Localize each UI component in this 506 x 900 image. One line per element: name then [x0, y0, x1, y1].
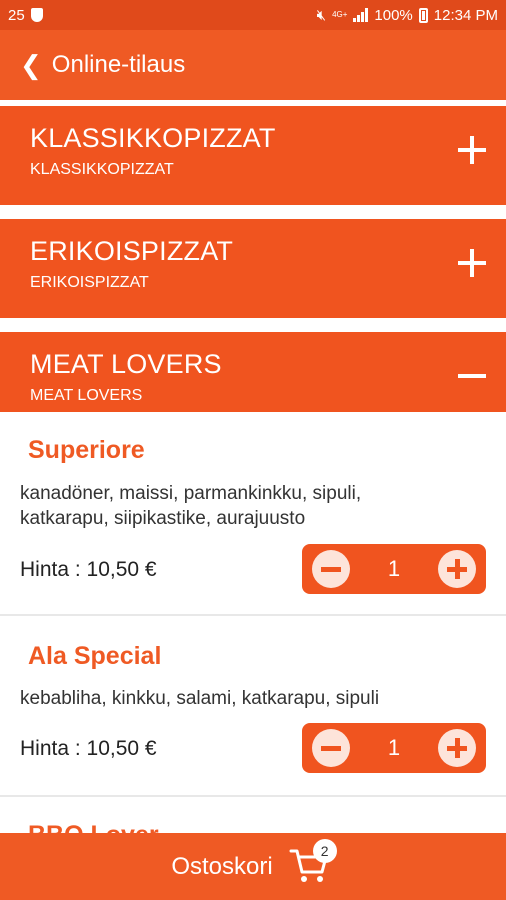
category-title: MEAT LOVERS: [30, 349, 222, 379]
chevron-left-icon[interactable]: ❮: [20, 50, 42, 81]
product-item: Ala Special kebabliha, kinkku, salami, k…: [0, 616, 506, 794]
product-name: Superiore: [28, 436, 145, 464]
quantity-value: 1: [387, 735, 401, 760]
app-bar-title: Online-tilaus: [51, 51, 186, 78]
plus-circle-icon[interactable]: [438, 729, 476, 767]
cart-label: Ostoskori: [171, 852, 273, 880]
network-type: 4G+: [332, 10, 348, 19]
category-title: ERIKOISPIZZAT: [30, 236, 234, 266]
plus-icon[interactable]: [456, 134, 488, 166]
screen: 25 🔇︎ 4G+ 100% 12:34 PM ❮ Online-tilaus …: [0, 0, 506, 900]
plus-circle-icon[interactable]: [438, 550, 476, 588]
mute-icon: 🔇︎: [316, 6, 327, 24]
quantity-stepper: 1: [302, 544, 486, 594]
quantity-stepper: 1: [302, 723, 486, 773]
product-item: Superiore kanadöner, maissi, parmankinkk…: [0, 412, 506, 614]
category-title: KLASSIKKOPIZZAT: [30, 123, 276, 153]
product-description: kanadöner, maissi, parmankinkku, sipuli,…: [20, 483, 362, 529]
category-meat-lovers[interactable]: MEAT LOVERS MEAT LOVERS: [0, 332, 506, 412]
category-erikoispizzat[interactable]: ERIKOISPIZZAT ERIKOISPIZZAT: [0, 219, 506, 318]
app-bar: ❮ Online-tilaus: [0, 30, 506, 100]
category-klassikkopizzat[interactable]: KLASSIKKOPIZZAT KLASSIKKOPIZZAT: [0, 106, 506, 205]
product-price: Hinta : 10,50 €: [20, 737, 157, 760]
cart-bar[interactable]: Ostoskori 2: [0, 833, 506, 900]
category-subtitle: KLASSIKKOPIZZAT: [30, 161, 174, 178]
category-subtitle: MEAT LOVERS: [30, 387, 143, 404]
category-subtitle: ERIKOISPIZZAT: [30, 274, 149, 291]
minus-icon[interactable]: [456, 360, 488, 392]
quantity-value: 1: [387, 556, 401, 581]
product-name: Ala Special: [28, 642, 162, 670]
shield-icon: [30, 8, 43, 22]
status-bar: 25 🔇︎ 4G+ 100% 12:34 PM: [0, 0, 506, 30]
shopping-cart-icon[interactable]: 2: [289, 838, 337, 889]
battery-percent: 100%: [374, 6, 413, 24]
battery-icon: [418, 7, 428, 23]
cart-count-badge: 2: [312, 838, 337, 863]
minus-circle-icon[interactable]: [312, 729, 350, 767]
status-left: 25: [8, 7, 43, 24]
plus-icon[interactable]: [456, 247, 488, 279]
signal-icon: [353, 8, 369, 22]
product-description: kebabliha, kinkku, salami, katkarapu, si…: [20, 688, 380, 709]
status-right: 🔇︎ 4G+ 100% 12:34 PM: [317, 7, 498, 24]
notification-count: 25: [8, 6, 25, 24]
product-price: Hinta : 10,50 €: [20, 558, 157, 581]
clock: 12:34 PM: [433, 6, 498, 24]
minus-circle-icon[interactable]: [312, 550, 350, 588]
